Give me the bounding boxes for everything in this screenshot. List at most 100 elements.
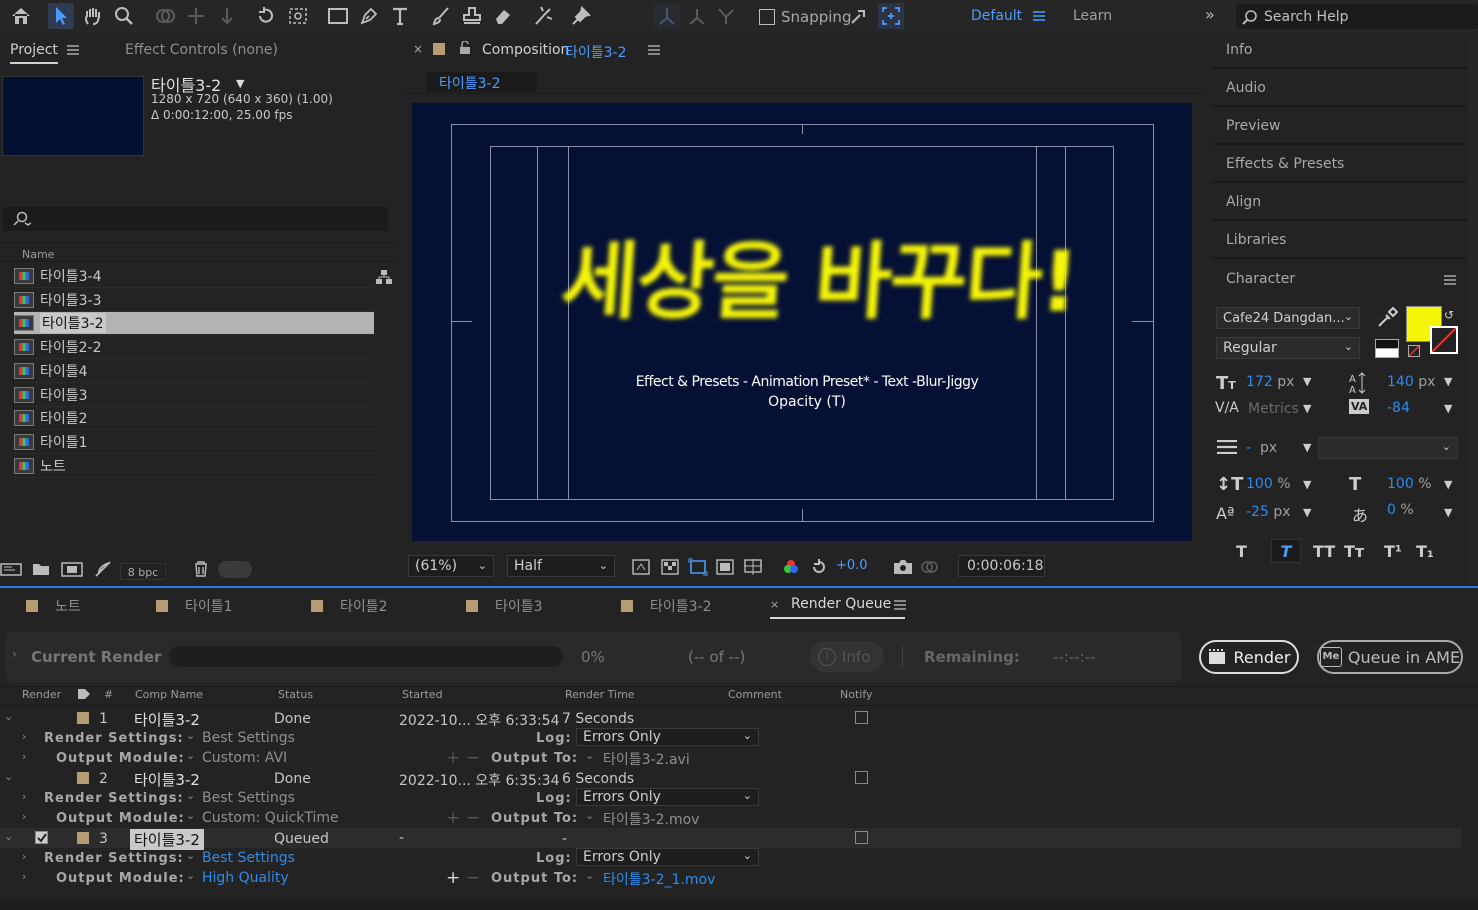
roto-brush-icon[interactable]: [531, 3, 557, 29]
transparency-grid-icon[interactable]: [661, 559, 679, 575]
output-to-value[interactable]: 타이틀3-2.mov: [603, 809, 699, 829]
label-color-swatch[interactable]: [77, 712, 89, 724]
output-module-value[interactable]: Custom: AVI: [202, 750, 287, 766]
col-render-time[interactable]: Render Time: [565, 688, 635, 701]
stroke-color-swatch[interactable]: [1430, 326, 1458, 354]
render-button[interactable]: Render: [1199, 640, 1299, 674]
notify-checkbox[interactable]: [855, 771, 868, 784]
show-snapshot-icon[interactable]: [920, 558, 938, 576]
col-comp-name[interactable]: Comp Name: [135, 688, 203, 701]
close-tab-icon[interactable]: ×: [770, 598, 779, 611]
subscript-button[interactable]: T₁: [1416, 542, 1434, 561]
anchor-point-tool-icon[interactable]: [285, 3, 311, 29]
add-output-module-icon[interactable]: +: [446, 808, 460, 828]
workspace-learn[interactable]: Learn: [1073, 8, 1112, 24]
render-checkbox[interactable]: [35, 711, 48, 724]
log-dropdown[interactable]: Errors Only ⌄: [576, 848, 759, 866]
project-item[interactable]: 노트: [14, 455, 374, 478]
camera-orbit-icon[interactable]: [152, 3, 178, 29]
puppet-pin-icon[interactable]: [568, 3, 594, 29]
render-item-row[interactable]: [0, 768, 1462, 788]
vertical-scale-dropdown-icon[interactable]: ▼: [1303, 478, 1311, 491]
project-item[interactable]: 타이틀2-2: [14, 336, 374, 360]
tracking-dropdown-icon[interactable]: ▼: [1444, 402, 1452, 415]
project-settings-icon[interactable]: [94, 560, 112, 578]
log-dropdown[interactable]: Errors Only ⌄: [576, 728, 759, 746]
render-item-comp-name[interactable]: 타이틀3-2: [130, 769, 204, 790]
render-item-row[interactable]: [0, 708, 1462, 728]
kerning-value[interactable]: Metrics: [1248, 401, 1299, 417]
expand-chevron-icon[interactable]: ›: [22, 870, 26, 883]
tab-render-queue[interactable]: Render Queue: [791, 596, 891, 612]
snap-grid-icon[interactable]: [878, 3, 904, 29]
expand-chevron-icon[interactable]: ›: [22, 850, 26, 863]
home-icon[interactable]: [8, 3, 34, 29]
stroke-style-dropdown[interactable]: ⌄: [1318, 437, 1458, 459]
expand-chevron-icon[interactable]: ›: [12, 647, 17, 661]
col-status[interactable]: Status: [278, 688, 313, 701]
flowchart-icon[interactable]: [376, 269, 392, 285]
font-family-dropdown[interactable]: Cafe24 Dangdan... ⌄: [1216, 307, 1360, 329]
comp-tab-name[interactable]: 타이틀3-2: [565, 42, 627, 62]
col-render[interactable]: Render: [22, 688, 61, 701]
render-settings-dropdown-icon[interactable]: ⌄: [186, 849, 195, 862]
panel-audio[interactable]: Audio: [1212, 71, 1468, 107]
stroke-width-dropdown-icon[interactable]: ▼: [1303, 441, 1311, 454]
tracking-value[interactable]: -84: [1387, 400, 1410, 416]
output-to-dropdown-icon[interactable]: ⌄: [585, 869, 594, 882]
remove-output-module-icon[interactable]: −: [466, 748, 480, 768]
snapshot-camera-icon[interactable]: [893, 559, 913, 575]
output-to-dropdown-icon[interactable]: ⌄: [585, 809, 594, 822]
new-folder-icon[interactable]: [32, 561, 50, 577]
eraser-tool-icon[interactable]: [490, 3, 516, 29]
workspace-overflow-icon[interactable]: »: [1205, 5, 1215, 24]
stroke-width-field[interactable]: - px: [1246, 440, 1277, 456]
character-menu-icon[interactable]: [1444, 275, 1456, 285]
toggle-switch[interactable]: [218, 561, 252, 578]
pen-tool-icon[interactable]: [356, 3, 382, 29]
panel-libraries[interactable]: Libraries: [1212, 223, 1468, 259]
collapse-chevron-icon[interactable]: ⌄: [4, 830, 13, 843]
no-fill-icon[interactable]: [1408, 345, 1420, 357]
col-name[interactable]: Name: [22, 248, 54, 261]
baseline-shift-field[interactable]: -25 px: [1246, 504, 1291, 520]
mask-visibility-icon[interactable]: [716, 559, 734, 575]
tab-project[interactable]: Project: [10, 42, 58, 64]
render-item-comp-name[interactable]: 타이틀3-2: [130, 829, 204, 850]
all-caps-button[interactable]: TT: [1313, 542, 1335, 561]
current-time-display[interactable]: 0:00:06:18: [958, 555, 1045, 577]
output-to-value[interactable]: 타이틀3-2_1.mov: [603, 869, 715, 889]
tsume-dropdown-icon[interactable]: ▼: [1444, 506, 1452, 519]
comp-menu-icon[interactable]: [648, 45, 660, 55]
add-output-module-icon[interactable]: +: [446, 748, 460, 768]
log-dropdown[interactable]: Errors Only ⌄: [576, 788, 759, 806]
font-size-field[interactable]: 172 px: [1246, 374, 1294, 390]
superscript-button[interactable]: T¹: [1384, 542, 1402, 561]
selection-tool-icon[interactable]: [48, 3, 74, 29]
pan-behind-icon[interactable]: [183, 3, 209, 29]
notify-checkbox[interactable]: [855, 831, 868, 844]
resolution-dropdown[interactable]: Half ⌄: [507, 555, 615, 577]
comp-tab-label[interactable]: Composition: [482, 42, 569, 58]
col-comment[interactable]: Comment: [728, 688, 782, 701]
render-settings-value[interactable]: Best Settings: [202, 730, 295, 746]
project-item[interactable]: 타이틀4: [14, 360, 374, 383]
color-channels-icon[interactable]: [782, 558, 800, 576]
add-output-module-icon[interactable]: +: [446, 868, 460, 888]
leading-field[interactable]: 140 px: [1387, 374, 1435, 390]
notify-checkbox[interactable]: [855, 711, 868, 724]
eyedropper-icon[interactable]: [1376, 307, 1398, 329]
col-started[interactable]: Started: [402, 688, 443, 701]
horizontal-scale-dropdown-icon[interactable]: ▼: [1444, 478, 1452, 491]
col-number[interactable]: #: [104, 688, 113, 701]
panel-effects-presets[interactable]: Effects & Presets: [1212, 147, 1468, 183]
new-composition-icon[interactable]: [61, 561, 83, 577]
panel-preview[interactable]: Preview: [1212, 109, 1468, 145]
project-item[interactable]: 타이틀1: [14, 431, 374, 454]
rectangle-tool-icon[interactable]: [325, 3, 351, 29]
render-info-button[interactable]: i Info: [810, 641, 884, 672]
rotate-tool-icon[interactable]: [253, 3, 279, 29]
output-module-value[interactable]: High Quality: [202, 870, 289, 886]
panel-character[interactable]: Character: [1212, 261, 1468, 297]
leading-dropdown-icon[interactable]: ▼: [1444, 375, 1452, 388]
